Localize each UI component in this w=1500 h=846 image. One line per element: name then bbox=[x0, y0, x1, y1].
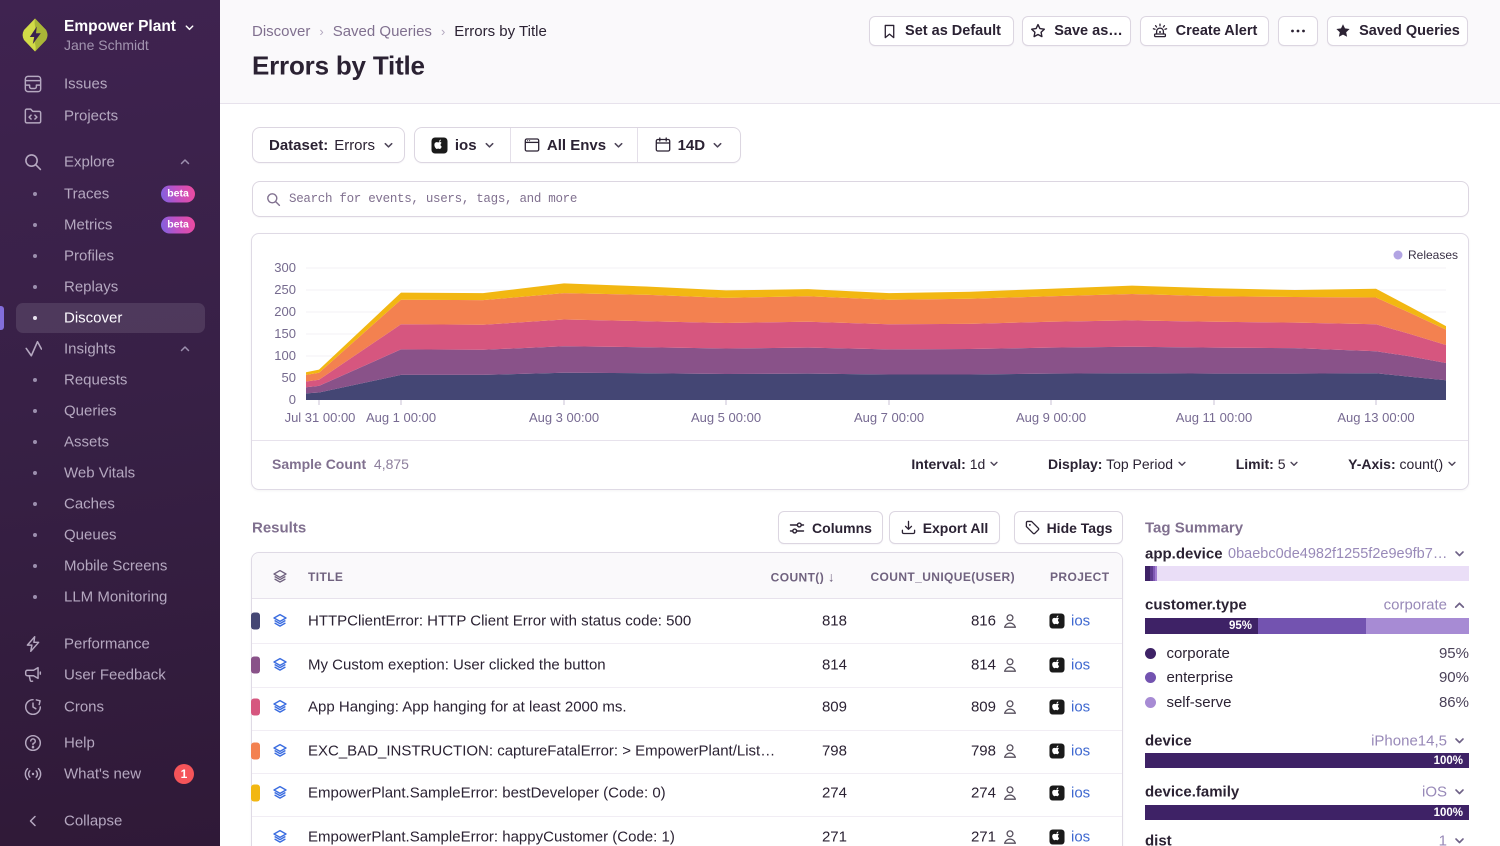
svg-text:250: 250 bbox=[274, 282, 296, 297]
svg-text:Aug 7 00:00: Aug 7 00:00 bbox=[854, 410, 924, 425]
svg-text:200: 200 bbox=[274, 304, 296, 319]
svg-text:0: 0 bbox=[289, 392, 296, 407]
svg-text:150: 150 bbox=[274, 326, 296, 341]
svg-text:50: 50 bbox=[282, 370, 296, 385]
svg-text:300: 300 bbox=[274, 260, 296, 275]
svg-text:Aug 1 00:00: Aug 1 00:00 bbox=[366, 410, 436, 425]
svg-text:Jul 31 00:00: Jul 31 00:00 bbox=[285, 410, 356, 425]
svg-text:100: 100 bbox=[274, 348, 296, 363]
svg-text:Aug 11 00:00: Aug 11 00:00 bbox=[1176, 410, 1252, 425]
svg-text:Aug 5 00:00: Aug 5 00:00 bbox=[691, 410, 761, 425]
svg-text:Releases: Releases bbox=[1408, 248, 1458, 262]
svg-text:Aug 9 00:00: Aug 9 00:00 bbox=[1016, 410, 1086, 425]
svg-text:Aug 13 00:00: Aug 13 00:00 bbox=[1337, 410, 1414, 425]
svg-text:Aug 3 00:00: Aug 3 00:00 bbox=[529, 410, 599, 425]
